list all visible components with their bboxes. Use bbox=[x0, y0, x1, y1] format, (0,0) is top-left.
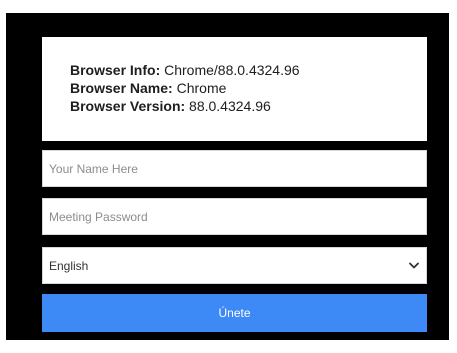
name-input[interactable] bbox=[49, 161, 426, 176]
meeting-password-input[interactable] bbox=[49, 209, 426, 224]
browser-name-line: Browser Name: Chrome bbox=[70, 79, 427, 97]
browser-name-value: Chrome bbox=[176, 80, 227, 96]
join-panel: Browser Info: Chrome/88.0.4324.96 Browse… bbox=[6, 13, 449, 340]
language-selected-value: English bbox=[49, 258, 89, 273]
browser-info-line: Browser Info: Chrome/88.0.4324.96 bbox=[70, 61, 427, 79]
browser-info-value: Chrome/88.0.4324.96 bbox=[164, 62, 300, 78]
language-select[interactable]: English bbox=[42, 247, 427, 284]
browser-version-label: Browser Version: bbox=[70, 98, 186, 114]
browser-info-label: Browser Info: bbox=[70, 62, 161, 78]
chevron-down-icon bbox=[408, 260, 420, 272]
name-field-container bbox=[42, 150, 427, 187]
password-field-container bbox=[42, 198, 427, 235]
browser-name-label: Browser Name: bbox=[70, 80, 173, 96]
join-button[interactable]: Únete bbox=[42, 294, 427, 332]
browser-version-value: 88.0.4324.96 bbox=[189, 98, 271, 114]
browser-info-box: Browser Info: Chrome/88.0.4324.96 Browse… bbox=[42, 37, 427, 141]
browser-version-line: Browser Version: 88.0.4324.96 bbox=[70, 97, 427, 115]
